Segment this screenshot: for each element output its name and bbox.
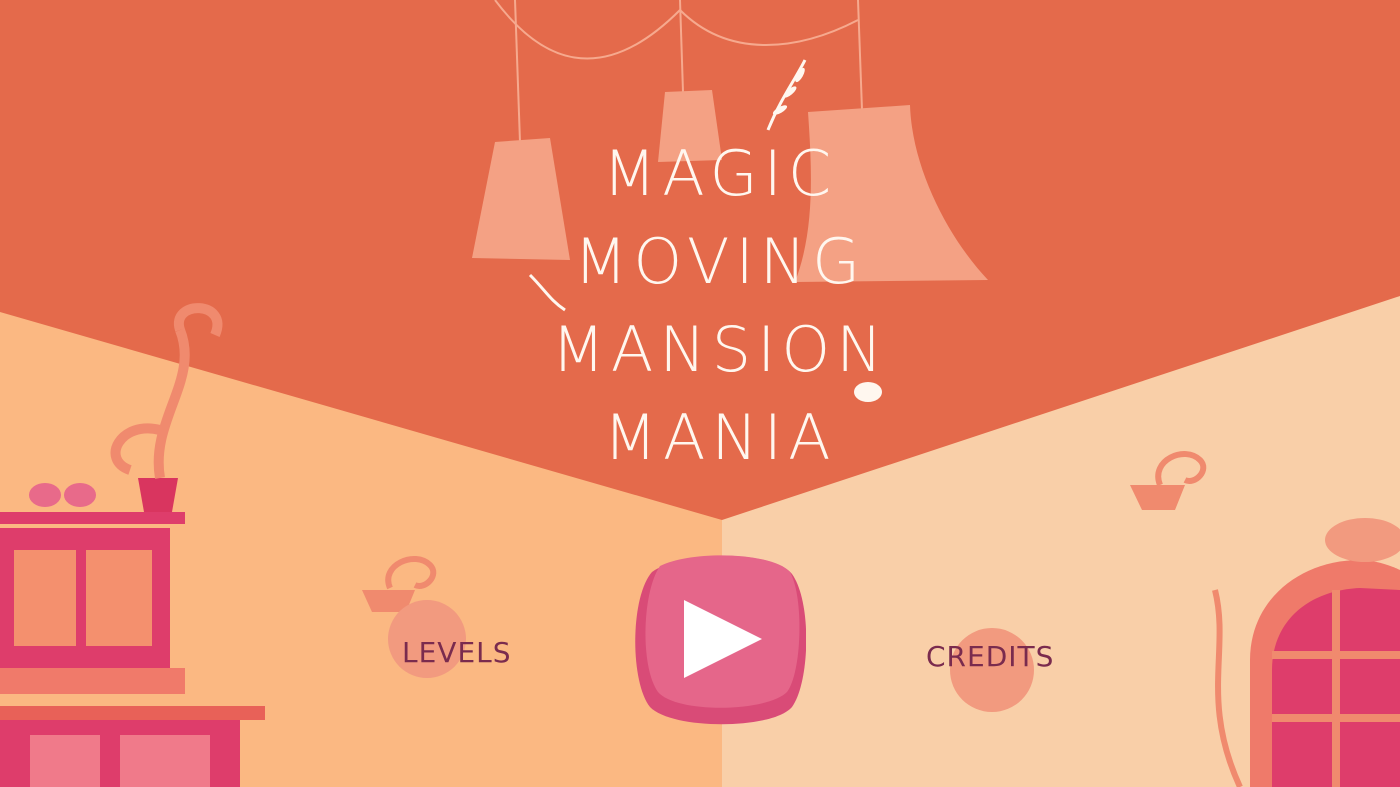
title-line-4: MANIA (603, 401, 837, 474)
title-line-2: MOVING (573, 225, 867, 298)
levels-button[interactable]: LEVELS (402, 636, 512, 669)
game-title: MAGIC MOVING MANSION MANIA (540, 130, 900, 482)
play-button[interactable] (632, 552, 806, 726)
title-line-3: MANSION (551, 313, 889, 386)
credits-button[interactable]: CREDITS (926, 640, 1054, 673)
title-line-1: MAGIC (602, 137, 838, 210)
